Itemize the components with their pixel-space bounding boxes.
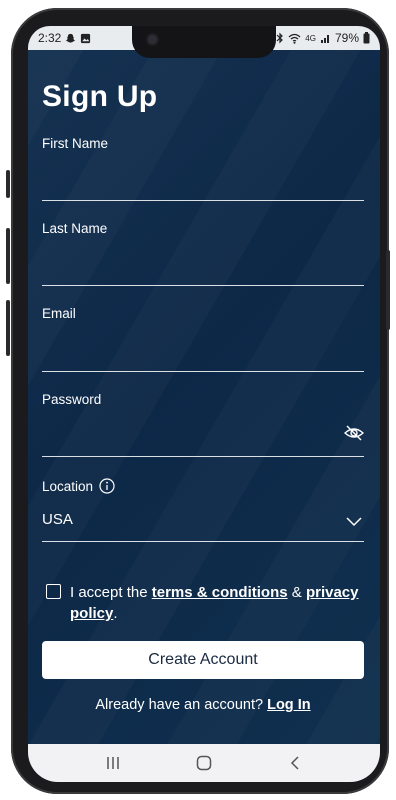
password-field[interactable]: Password [42, 392, 364, 457]
terms-suffix: . [113, 605, 118, 622]
system-nav-bar [28, 744, 380, 782]
recents-icon[interactable] [104, 754, 122, 772]
home-icon[interactable] [195, 754, 213, 772]
location-label: Location [42, 478, 94, 494]
terms-link[interactable]: terms & conditions [152, 584, 288, 601]
first-name-label: First Name [42, 136, 109, 151]
camera-notch [132, 26, 276, 58]
location-value: USA [42, 511, 73, 528]
first-name-field[interactable]: First Name [42, 136, 364, 201]
terms-and: & [291, 584, 302, 601]
network-type: 4G [305, 33, 316, 43]
wifi-icon [288, 33, 301, 44]
app-screen: 2:32 4G 79% Sign Up First Name Last Name… [28, 26, 380, 782]
email-field[interactable]: Email [42, 306, 364, 372]
login-link[interactable]: Log In [267, 697, 311, 713]
battery-icon [363, 32, 370, 44]
snapchat-icon [66, 33, 76, 43]
power-button [386, 250, 390, 330]
terms-text: I accept the terms & conditions & privac… [70, 582, 360, 624]
battery-percent: 79% [334, 31, 359, 45]
page-title: Sign Up [42, 80, 158, 113]
last-name-label: Last Name [42, 221, 108, 236]
status-time: 2:32 [38, 31, 62, 45]
create-account-label: Create Account [148, 651, 258, 668]
bluetooth-icon [276, 32, 284, 44]
volume-down-button [6, 300, 10, 356]
last-name-field[interactable]: Last Name [42, 221, 364, 286]
login-prompt-line: Already have an account? Log In [42, 697, 364, 713]
back-icon[interactable] [286, 754, 304, 772]
terms-prefix: I accept the [70, 584, 148, 601]
front-camera [148, 35, 157, 44]
create-account-button[interactable]: Create Account [42, 641, 364, 679]
login-prompt: Already have an account? [95, 697, 264, 713]
location-select[interactable]: Location USA [42, 478, 364, 542]
info-icon[interactable] [99, 478, 115, 494]
volume-button [6, 170, 10, 198]
volume-up-button [6, 228, 10, 284]
chevron-down-icon[interactable] [346, 517, 362, 527]
signal-icon [320, 34, 329, 43]
email-label: Email [42, 306, 76, 321]
password-label: Password [42, 392, 102, 407]
terms-checkbox[interactable] [46, 584, 61, 599]
eye-off-icon[interactable] [344, 425, 364, 441]
image-icon [81, 33, 91, 43]
